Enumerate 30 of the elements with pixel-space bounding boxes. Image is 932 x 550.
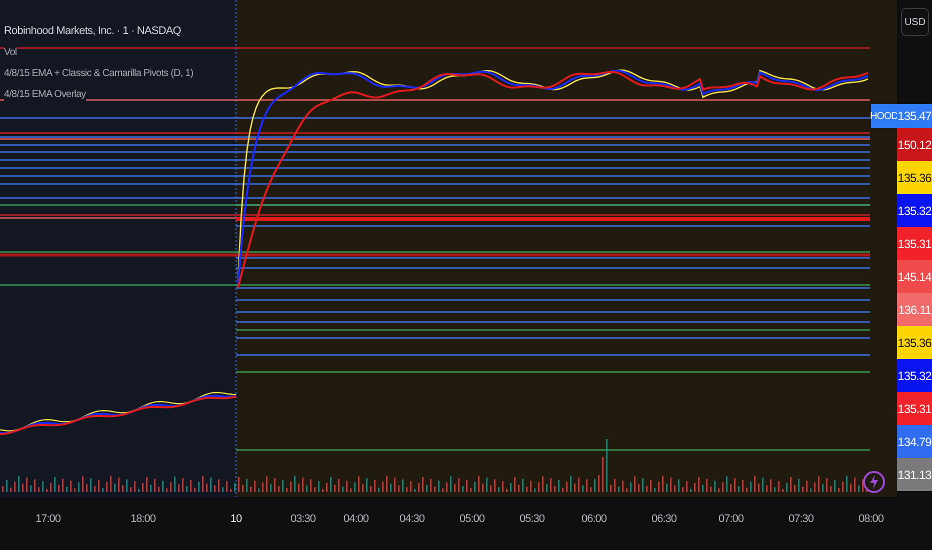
time-label: 04:30 <box>399 513 425 525</box>
price-label: 135.36 <box>897 326 932 359</box>
currency-button[interactable]: USD <box>901 8 929 36</box>
indicator-label[interactable]: 4/8/15 EMA + Classic & Camarilla Pivots (D, 1) <box>4 68 194 80</box>
price-label: 145.14 <box>897 260 932 293</box>
price-label: 136.11 <box>897 293 932 326</box>
price-label: 135.32 <box>897 194 932 227</box>
time-label: 06:00 <box>581 513 607 525</box>
price-label: 135.31 <box>897 392 932 425</box>
time-label: 17:00 <box>35 513 61 525</box>
price-label: 135.36 <box>897 161 932 194</box>
time-label: 05:00 <box>459 513 485 525</box>
time-label: 06:30 <box>651 513 677 525</box>
time-label: 10 <box>230 513 242 525</box>
price-label: 135.32 <box>897 359 932 392</box>
time-label: 03:30 <box>290 513 316 525</box>
price-label: 135.31 <box>897 227 932 260</box>
time-label: 07:30 <box>788 513 814 525</box>
time-label: 18:00 <box>130 513 156 525</box>
time-label: 08:00 <box>858 513 884 525</box>
chart-title: Robinhood Markets, Inc. · 1 · NASDAQ <box>4 25 181 38</box>
price-label: 134.79 <box>897 425 932 458</box>
time-label: 07:00 <box>718 513 744 525</box>
time-label: 04:00 <box>343 513 369 525</box>
indicator-label[interactable]: 4/8/15 EMA Overlay <box>4 89 86 101</box>
price-label: 135.47 <box>897 104 932 128</box>
price-label: 131.13 <box>897 458 932 491</box>
lightning-icon[interactable] <box>862 470 886 494</box>
time-label: 05:30 <box>519 513 545 525</box>
price-label: 150.12 <box>897 128 932 161</box>
